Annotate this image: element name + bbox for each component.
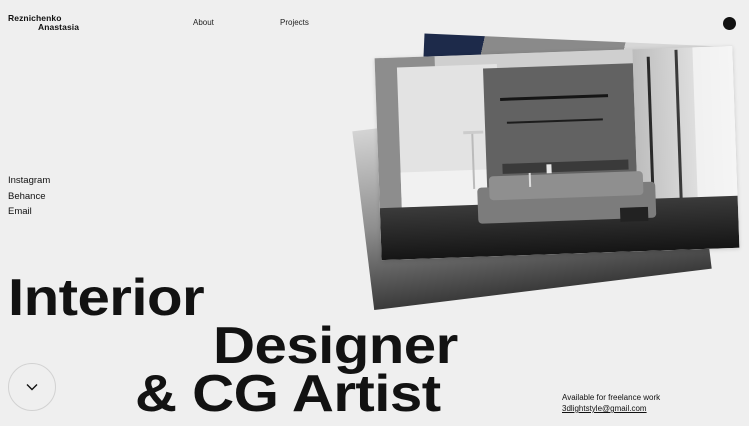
scroll-down-button[interactable] <box>8 363 56 411</box>
behance-link[interactable]: Behance <box>8 189 50 205</box>
contact-email-link[interactable]: 3dlightstyle@gmail.com <box>562 404 647 413</box>
logo-line-2: Anastasia <box>38 22 80 32</box>
instagram-link[interactable]: Instagram <box>8 173 50 189</box>
nav-about-link[interactable]: About <box>193 18 214 27</box>
logo[interactable]: Reznichenko Anastasia <box>8 14 79 32</box>
project-photo-main <box>374 45 740 261</box>
hero-line-cg-artist: & CG Artist <box>135 365 441 423</box>
interior-photo <box>374 45 740 261</box>
availability-text: Available for freelance work <box>562 393 661 402</box>
email-link[interactable]: Email <box>8 204 50 220</box>
hero-line-interior: Interior <box>8 269 205 327</box>
social-links: Instagram Behance Email <box>8 173 50 220</box>
dot-menu-icon[interactable] <box>723 17 736 30</box>
nav-projects-link[interactable]: Projects <box>280 18 309 27</box>
availability-block: Available for freelance work 3dlightstyl… <box>562 392 660 414</box>
chevron-down-icon <box>26 384 38 391</box>
